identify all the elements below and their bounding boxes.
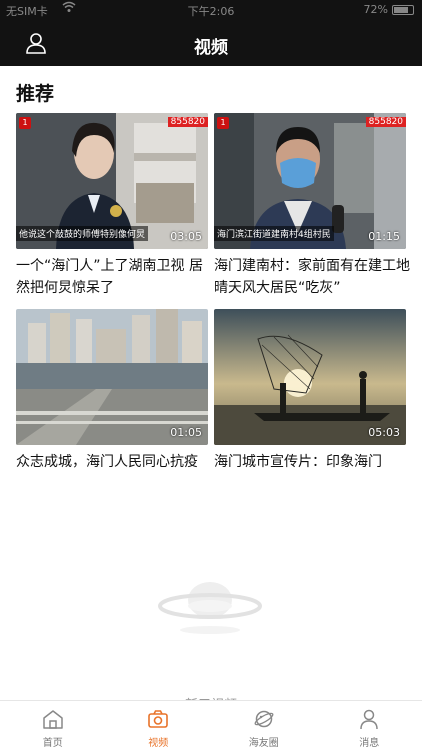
video-title[interactable]: 海门建南村：家前面有在建工地 晴天风大居民“吃灰” [214,255,410,299]
battery-percent: 72% [363,3,388,16]
video-card[interactable]: 01:05 众志成城，海门人民同心抗疫 [16,309,212,479]
tab-label: 视频 [148,738,169,749]
battery-indicator: 72% [364,3,414,16]
video-thumbnail[interactable]: 1 855820 他说这个敲鼓的师傅特别像何炅 03:05 [16,113,208,249]
video-duration: 03:05 [170,230,202,243]
video-thumbnail[interactable]: 1 855820 海门滨江街道建南村4组村民 01:15 [214,113,406,249]
video-title[interactable]: 一个“海门人”上了湖南卫视 居然把何炅惊呆了 [16,255,212,299]
tab-bar: 首页 视频 海友圈 消息 [0,700,422,750]
video-title[interactable]: 众志成城，海门人民同心抗疫 [16,451,212,473]
tab-home[interactable]: 首页 [0,701,106,750]
tab-community[interactable]: 海友圈 [211,701,317,750]
video-thumbnail[interactable]: 01:05 [16,309,208,445]
tab-label: 消息 [359,738,380,749]
video-duration: 01:15 [368,230,400,243]
section-title: 推荐 [16,83,55,105]
planet-illustration [158,582,262,634]
channel-badge: 855820 [167,117,208,127]
video-card[interactable]: 1 855820 海门滨江街道建南村4组村民 01:15 海门建南村：家前面有在… [214,113,410,303]
planet-icon [254,710,274,728]
video-camera-icon [148,710,169,728]
channel-badge: 855820 [365,117,406,127]
video-duration: 05:03 [368,426,400,439]
battery-icon [392,4,414,15]
status-time: 下午2:06 [187,5,235,18]
tab-messages[interactable]: 消息 [317,701,422,750]
top-bar: 无SIM卡 下午2:06 72% 视频 [0,0,422,66]
message-user-icon [360,709,378,730]
status-bar: 无SIM卡 下午2:06 72% [0,0,422,20]
tab-label: 海友圈 [248,738,279,749]
video-thumbnail[interactable]: 05:03 [214,309,406,445]
video-overlay-caption: 他说这个敲鼓的师傅特别像何炅 [16,226,149,241]
home-icon [43,710,63,729]
video-card[interactable]: 05:03 海门城市宣传片：印象海门 [214,309,410,479]
channel-logo: 1 [19,117,31,129]
video-duration: 01:05 [170,426,202,439]
video-card[interactable]: 1 855820 他说这个敲鼓的师傅特别像何炅 03:05 一个“海门人”上了湖… [16,113,212,303]
tab-video[interactable]: 视频 [106,701,212,750]
tab-label: 首页 [42,738,63,749]
channel-logo: 1 [217,117,229,129]
video-title[interactable]: 海门城市宣传片：印象海门 [214,451,410,473]
video-overlay-caption: 海门滨江街道建南村4组村民 [214,226,334,241]
page-title: 视频 [194,38,228,58]
